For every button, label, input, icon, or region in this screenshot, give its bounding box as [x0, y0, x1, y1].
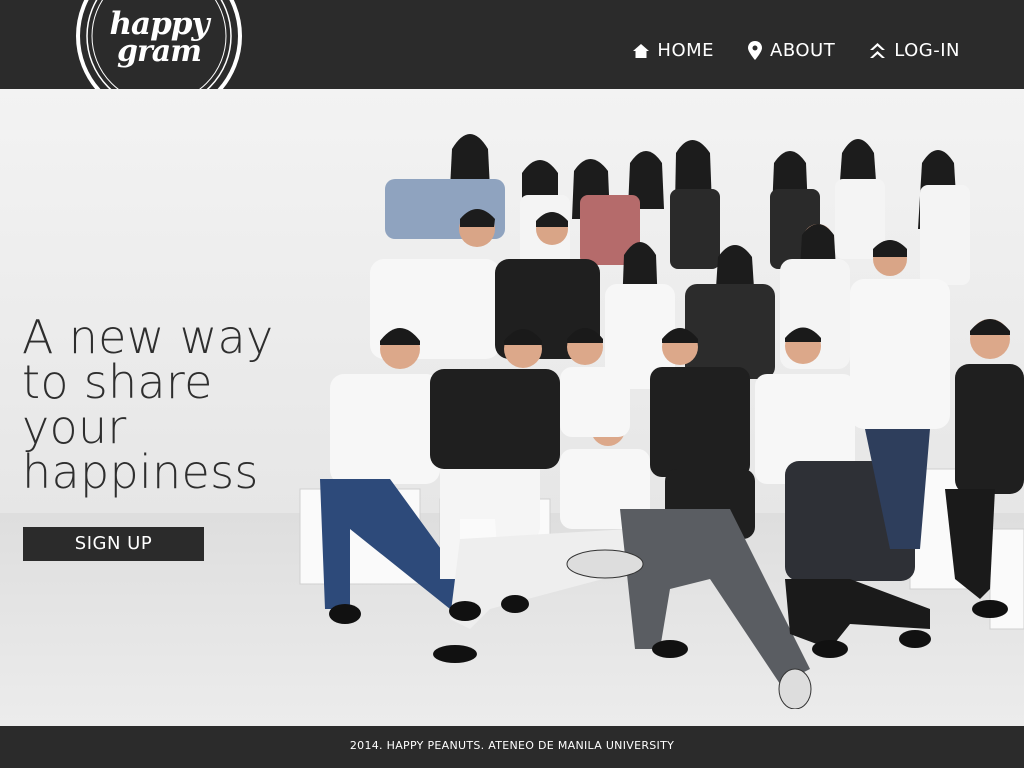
tagline-line-2: to share	[22, 355, 213, 409]
hero-section: A new way to share your happiness SIGN U…	[0, 89, 1024, 726]
tagline-line-1: A new way	[22, 310, 274, 364]
site-footer: 2014. HAPPY PEANUTS. ATENEO DE MANILA UN…	[0, 726, 1024, 768]
nav-login-label: LOG-IN	[894, 40, 960, 61]
home-icon	[633, 43, 650, 58]
site-header: happy gram HOME ABOUT LOG-IN	[0, 0, 1024, 89]
main-nav: HOME ABOUT LOG-IN	[599, 40, 960, 61]
group-photo	[299, 134, 1024, 709]
nav-home-label: HOME	[657, 40, 715, 61]
tagline-line-4: happiness	[22, 445, 259, 499]
nav-login-link[interactable]: LOG-IN	[869, 40, 960, 61]
nav-about-link[interactable]: ABOUT	[748, 40, 835, 61]
map-pin-icon	[748, 41, 763, 60]
happygram-logo[interactable]: happy gram	[74, 0, 244, 89]
logo-word-gram: gram	[117, 34, 202, 69]
sign-up-button[interactable]: SIGN UP	[23, 527, 204, 561]
nav-about-label: ABOUT	[770, 40, 836, 61]
hero-tagline: A new way to share your happiness	[22, 310, 322, 499]
footer-copyright: 2014. HAPPY PEANUTS. ATENEO DE MANILA UN…	[349, 739, 675, 752]
nav-home-link[interactable]: HOME	[633, 40, 714, 61]
chevron-up-icon	[870, 43, 886, 58]
tagline-line-3: your	[22, 400, 127, 454]
